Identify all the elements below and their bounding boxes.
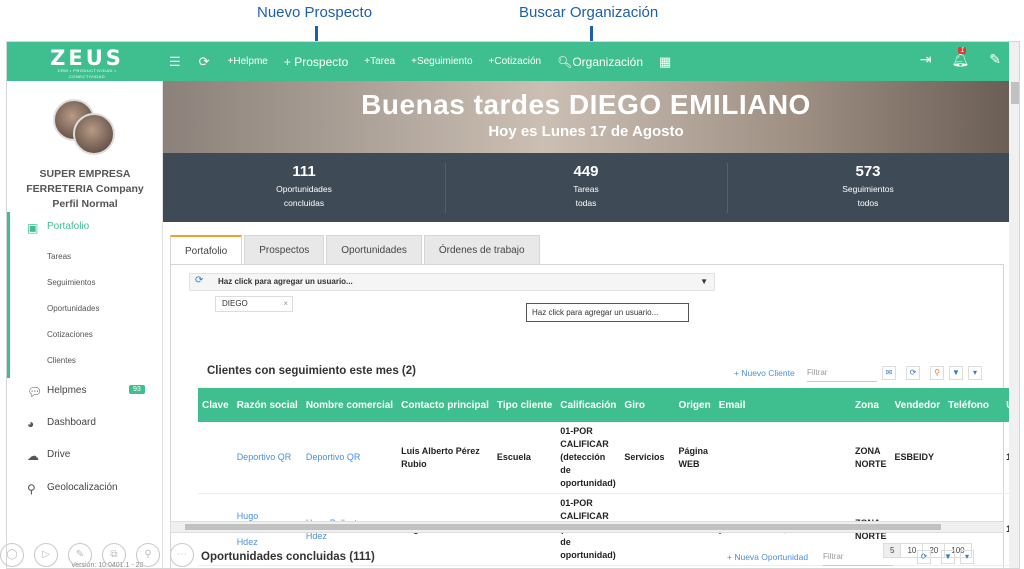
tab-oportunidades[interactable]: Oportunidades [326, 235, 422, 265]
app-window: ZEUS CRM • PRODUCTIVIDAD • CONECTIVIDAD … [6, 41, 1020, 569]
table-header-row: Clave Razón social Nombre comercial Cont… [198, 388, 1019, 422]
close-icon[interactable]: × [283, 297, 288, 311]
scroll-thumb[interactable] [185, 524, 941, 530]
filter-input[interactable]: Filtrar [807, 368, 877, 382]
refresh-icon[interactable]: ⟳ [906, 366, 920, 380]
chevron-down-icon[interactable]: ▾ [968, 366, 982, 380]
wrench-icon[interactable]: ✎ [989, 51, 1001, 68]
sidebar-item-tareas[interactable]: Tareas [47, 252, 71, 261]
location-icon[interactable]: ⚲ [930, 366, 944, 380]
more-icon[interactable]: ⋯ [170, 543, 194, 567]
active-indicator [7, 212, 10, 378]
bell-icon[interactable]: 🔔︎ 1 [951, 47, 969, 68]
section-title-clientes: Clientes con seguimiento este mes (2) [207, 365, 416, 377]
sidebar-item-seguimientos[interactable]: Seguimientos [47, 278, 95, 287]
col-telefono[interactable]: Teléfono [944, 388, 1003, 422]
refresh-icon[interactable]: ⟳ [199, 54, 210, 70]
menu-icon[interactable]: ☰ [169, 54, 181, 70]
tab-prospectos[interactable]: Prospectos [244, 235, 325, 265]
cloud-icon: ☁ [27, 449, 39, 463]
user-select[interactable]: Haz click para agregar un usuario... ▼ [189, 273, 715, 291]
stat-seguimientos[interactable]: 573 Seguimientos todos [727, 163, 1009, 210]
callout-nuevo-prospecto: Nuevo Prospecto [257, 4, 373, 21]
mail-icon[interactable]: ✉ [882, 366, 896, 380]
user-chip[interactable]: DIEGO × [215, 296, 293, 312]
section-title-oportunidades: Oportunidades concluidas (111) [201, 551, 375, 563]
clients-table: Clave Razón social Nombre comercial Cont… [198, 388, 1019, 566]
tab-portafolio[interactable]: Portafolio [170, 235, 243, 265]
col-email[interactable]: Email [714, 388, 852, 422]
new-client-link[interactable]: + Nuevo Cliente [734, 368, 795, 378]
nav-seguimiento[interactable]: +Seguimiento [411, 56, 472, 67]
play-icon[interactable]: ▷ [34, 543, 58, 567]
sidebar-item-oportunidades[interactable]: Oportunidades [47, 304, 99, 313]
copy-icon[interactable]: ⧉ [102, 543, 126, 567]
col-vendedor[interactable]: Vendedor [890, 388, 945, 422]
stat-oportunidades[interactable]: 111 Oportunidades concluidas [163, 163, 445, 210]
col-tipo-cliente[interactable]: Tipo cliente [492, 388, 557, 422]
top-bar: ZEUS CRM • PRODUCTIVIDAD • CONECTIVIDAD … [7, 42, 1019, 81]
tab-ordenes-de-trabajo[interactable]: Órdenes de trabajo [423, 235, 540, 265]
sidebar-item-clientes[interactable]: Clientes [47, 356, 76, 365]
col-calificacion[interactable]: Calificación [556, 388, 621, 422]
greeting-title: Buenas tardes DIEGO EMILIANO [361, 89, 811, 120]
bottom-toolbar: ◯ ▷ ✎ ⧉ ⚲ ⋯ [0, 543, 204, 567]
logout-icon[interactable]: ⇥ [920, 51, 932, 68]
nav-prospecto[interactable]: + Prospecto [284, 55, 348, 69]
map-pin-icon: ⚲ [27, 482, 36, 496]
vertical-scrollbar[interactable] [1009, 42, 1019, 568]
nav-cotizacion[interactable]: +Cotización [489, 56, 542, 67]
top-right-actions: ⇥ 🔔︎ 1 ✎ [900, 47, 1001, 68]
logo[interactable]: ZEUS CRM • PRODUCTIVIDAD • CONECTIVIDAD [43, 48, 131, 80]
refresh-icon[interactable]: ⟳ [195, 275, 203, 286]
greeting-banner: Buenas tardes DIEGO EMILIANO Hoy es Lune… [163, 81, 1009, 153]
tab-bar: Portafolio Prospectos Oportunidades Órde… [170, 235, 542, 265]
nav-tarea[interactable]: +Tarea [364, 56, 395, 67]
briefcase-icon: ▣ [27, 221, 39, 235]
chevron-down-icon: ▼ [700, 277, 708, 286]
stat-tareas[interactable]: 449 Tareas todas [445, 163, 727, 210]
scroll-thumb[interactable] [1011, 82, 1019, 104]
filter-icon[interactable]: ▼ [941, 550, 955, 564]
sidebar-item-cotizaciones[interactable]: Cotizaciones [47, 330, 93, 339]
calendar-icon[interactable]: ▦ [659, 54, 671, 70]
chat-icon: 💬︎ [27, 385, 43, 399]
refresh-icon[interactable]: ⟳ [917, 550, 931, 564]
sidebar: SUPER EMPRESA FERRETERIA Company Perfil … [7, 81, 163, 568]
search-icon[interactable]: ⚲ [136, 543, 160, 567]
notification-badge: 1 [958, 47, 967, 54]
company-info: SUPER EMPRESA FERRETERIA Company Perfil … [26, 168, 144, 210]
circle-icon[interactable]: ◯ [0, 543, 24, 567]
filter-icon[interactable]: ▼ [949, 366, 963, 380]
pie-chart-icon: ◕ [27, 417, 35, 431]
greeting-date: Hoy es Lunes 17 de Agosto [488, 123, 684, 140]
pen-icon[interactable]: ✎ [68, 543, 92, 567]
horizontal-scrollbar[interactable] [170, 521, 1004, 533]
table-row[interactable]: Deportivo QR Deportivo QR Luis Alberto P… [198, 422, 1019, 494]
chevron-down-icon[interactable]: ▾ [960, 550, 974, 564]
helpmes-count-badge: 93 [129, 385, 145, 394]
avatar-group [53, 99, 123, 159]
top-nav: ☰ ⟳ +Helpme + Prospecto +Tarea +Seguimie… [169, 42, 689, 81]
stats-bar: 111 Oportunidades concluidas 449 Tareas … [163, 153, 1009, 222]
tooltip: Haz click para agregar un usuario... [526, 303, 689, 322]
col-nombre-comercial[interactable]: Nombre comercial [301, 388, 398, 422]
search-icon: 🔍︎ [557, 54, 573, 69]
new-opportunity-link[interactable]: + Nueva Oportunidad [727, 552, 808, 562]
col-origen[interactable]: Origen [674, 388, 715, 422]
col-clave[interactable]: Clave [198, 388, 233, 422]
nav-organizacion[interactable]: 🔍︎Organización [557, 55, 643, 69]
col-razon-social[interactable]: Razón social [232, 388, 302, 422]
col-giro[interactable]: Giro [620, 388, 675, 422]
filter-input[interactable]: Filtrar [823, 552, 893, 566]
col-contacto[interactable]: Contacto principal [397, 388, 493, 422]
callout-buscar-organizacion: Buscar Organización [519, 4, 659, 21]
nav-helpme[interactable]: +Helpme [228, 56, 268, 67]
avatar[interactable] [73, 113, 115, 155]
col-zona[interactable]: Zona [851, 388, 891, 422]
